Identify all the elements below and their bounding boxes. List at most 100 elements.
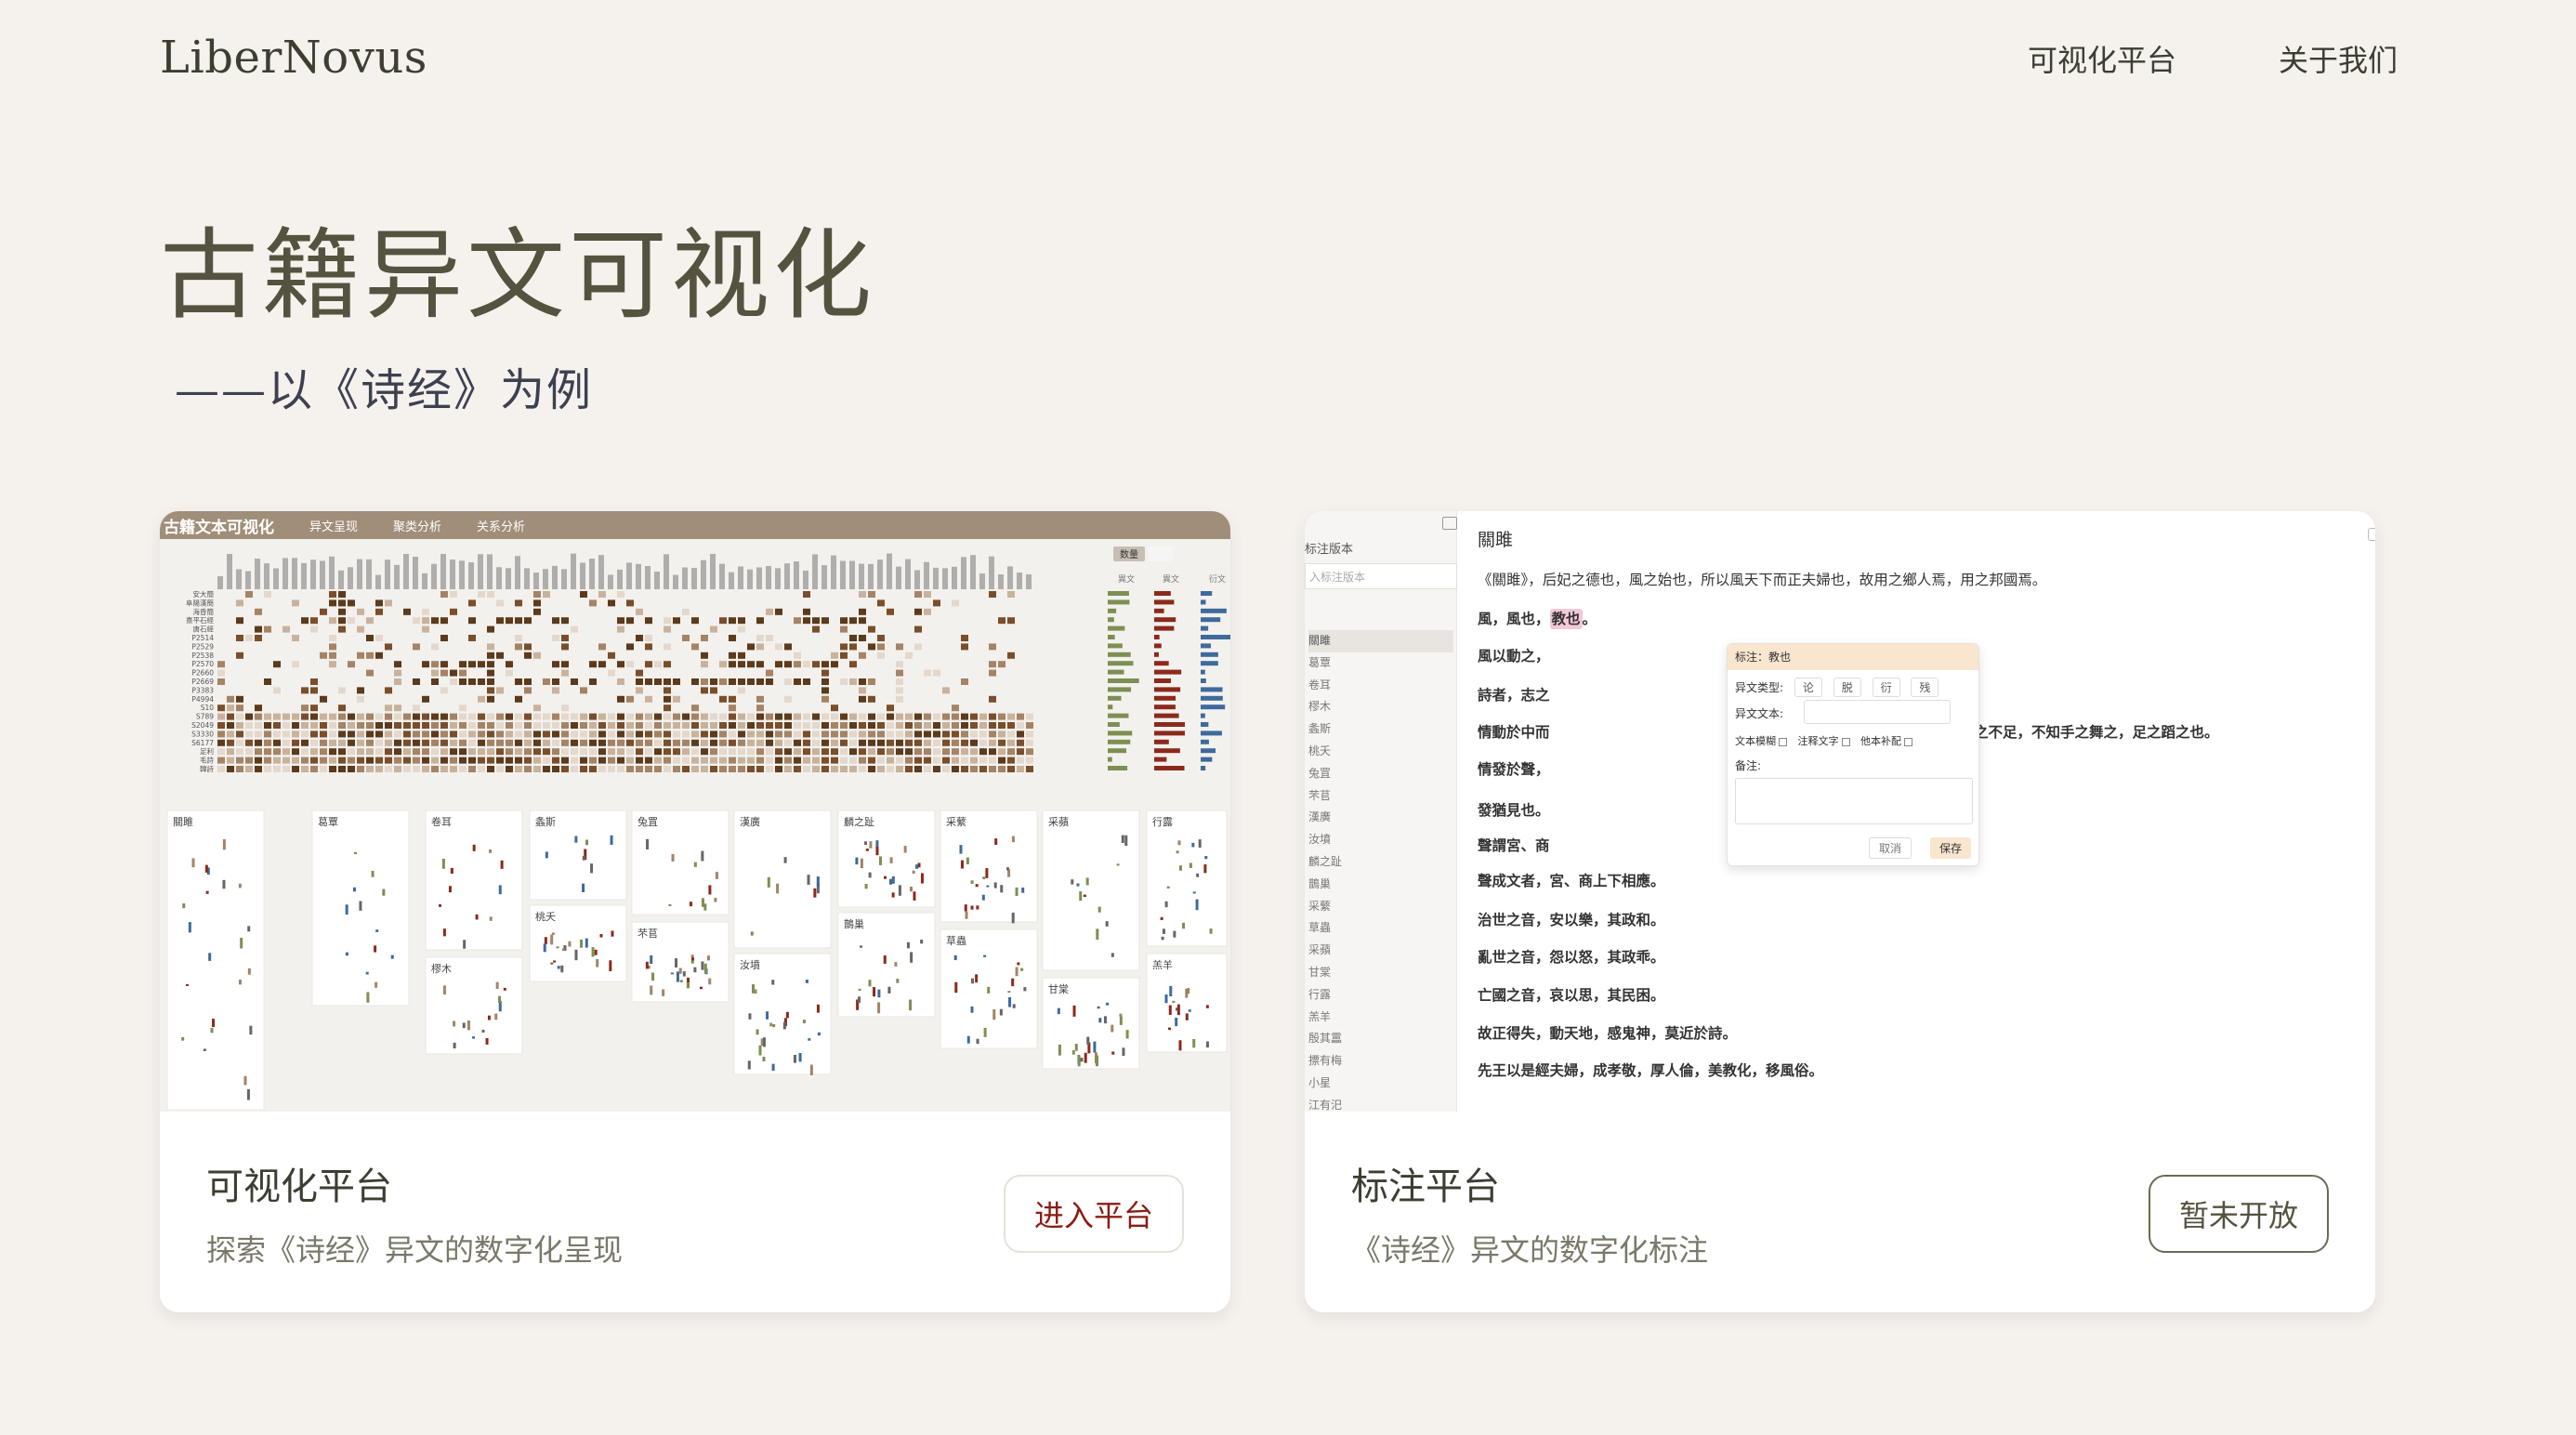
preview-bar <box>1201 687 1223 692</box>
preview-variant-mark <box>960 860 964 869</box>
preview-heatmap-cell <box>1026 731 1033 738</box>
preview-heatmap-cell <box>468 722 476 729</box>
preview-variant-mark <box>448 886 452 893</box>
preview-variant-mark <box>212 1019 216 1028</box>
preview-heatmap-cell <box>1007 722 1015 729</box>
preview-heatmap-cell <box>310 739 318 746</box>
preview-heatmap-cell <box>738 678 745 685</box>
preview-heatmap-cell <box>487 687 494 694</box>
preview-heatmap-cell <box>227 695 234 703</box>
preview-heatmap-cell <box>366 669 374 677</box>
preview-heatmap-cell <box>803 617 810 625</box>
preview-heatmap-cell <box>375 652 383 659</box>
nav-visualization-platform[interactable]: 可视化平台 <box>2028 37 2176 80</box>
preview-variant-mark <box>1168 1027 1172 1031</box>
preview-poem-title: 草蟲 <box>946 935 966 947</box>
nav-about-us[interactable]: 关于我们 <box>2279 37 2398 80</box>
preview-heatmap-cell <box>217 678 225 685</box>
enter-platform-button[interactable]: 进入平台 <box>1004 1175 1184 1253</box>
preview-heatmap-cell <box>942 766 950 772</box>
preview-variant-mark <box>249 1025 253 1035</box>
preview-heatmap-cell <box>673 695 680 703</box>
preview-heatmap-cell <box>543 748 550 756</box>
preview-heatmap-cell <box>654 748 662 756</box>
preview-heatmap-cell <box>970 722 978 729</box>
preview-heatmap-cell <box>924 669 931 677</box>
preview-heatmap-cell <box>952 748 959 756</box>
preview-heatmap-cell <box>849 722 857 729</box>
preview-heatmap-cell <box>877 599 885 607</box>
popup-checkbox-row: 文本模糊 注释文字 他本补配 <box>1735 733 1920 748</box>
preview-heatmap-cell <box>1026 722 1033 729</box>
preview-variant-mark <box>453 1020 456 1027</box>
preview-heatmap-cell <box>729 713 736 720</box>
preview-heatmap-cell <box>747 678 755 685</box>
preview-poem-title: 羔羊 <box>1152 958 1173 971</box>
preview-heatmap-cell <box>794 617 801 625</box>
preview-heatmap-cell <box>710 748 717 756</box>
preview-heatmap-cell <box>682 757 690 764</box>
preview-heatmap-cell <box>673 731 680 738</box>
preview-variant-mark <box>1097 906 1101 913</box>
preview-variant-mark <box>1203 864 1207 874</box>
preview-heatmap-cell <box>868 722 875 729</box>
preview-heatmap-cell <box>422 757 429 764</box>
preview-variant-mark <box>1083 894 1086 898</box>
preview-heatmap-cell <box>394 669 401 677</box>
preview-heatmap-cell <box>914 722 922 729</box>
preview-variant-mark <box>966 857 969 865</box>
preview-heatmap-cell <box>320 652 327 659</box>
preview-variant-mark <box>1192 1038 1196 1048</box>
preview-variant-mark <box>181 1036 185 1041</box>
preview-heatmap-cell <box>561 713 569 720</box>
preview-heatmap-cell <box>775 739 782 746</box>
preview-variant-mark <box>182 903 186 909</box>
preview-heatmap-cell <box>217 661 225 668</box>
preview-bar <box>1154 739 1169 744</box>
sidebar-poem-item: 殷其靁 <box>1308 1032 1343 1046</box>
preview-variant-mark <box>678 968 682 974</box>
preview-column-mark <box>738 566 743 589</box>
preview-heatmap-cell <box>775 766 782 772</box>
preview-heatmap-cell <box>320 748 327 756</box>
preview-heatmap-cell <box>440 731 448 738</box>
preview-poem-title: 采蘩 <box>946 816 966 828</box>
preview-variant-mark <box>590 863 594 874</box>
preview-variant-mark <box>976 905 979 910</box>
preview-heatmap-cell <box>227 704 234 712</box>
preview-heatmap-cell <box>664 678 671 685</box>
text-label: 异文文本: <box>1735 707 1784 720</box>
preview-heatmap-cell <box>506 617 513 625</box>
not-open-button[interactable]: 暂未开放 <box>2149 1175 2329 1253</box>
preview-heatmap-cell <box>821 722 829 729</box>
preview-heatmap-cell <box>533 713 541 720</box>
preview-heatmap-cell <box>273 766 281 772</box>
preview-heatmap-cell <box>273 713 281 720</box>
preview-variant-mark <box>1121 835 1124 844</box>
preview-row-label: 安大簡 <box>193 589 215 599</box>
preview-heatmap-cell <box>794 678 801 685</box>
preview-variant-mark <box>954 981 958 994</box>
preview-heatmap-cell <box>264 591 271 598</box>
preview-heatmap-cell <box>831 739 838 746</box>
preview-heatmap-cell <box>794 748 801 756</box>
preview-bar <box>1108 722 1120 727</box>
preview-heatmap-cell <box>691 713 699 720</box>
preview-heatmap-cell <box>561 722 569 729</box>
preview-heatmap-cell <box>756 643 764 651</box>
preview-column-mark <box>710 553 716 589</box>
preview-heatmap-cell <box>357 757 364 764</box>
site-logo[interactable]: LiberNovus <box>160 32 427 84</box>
annotation-platform-card: 标注版本 入标注版本 關雎 葛覃 卷耳 樛木 螽斯 桃夭 兔罝 芣苢 漢廣 汝墳 麟之趾 鵲巢 采蘩 草蟲… <box>1305 511 2375 1312</box>
preview-heatmap-cell <box>849 643 857 651</box>
preview-variant-mark <box>888 878 892 885</box>
preview-heatmap-cell <box>710 625 717 633</box>
preview-column-mark <box>682 567 688 589</box>
preview-heatmap-cell <box>859 748 866 756</box>
preview-heatmap-cell <box>691 766 699 772</box>
preview-variant-mark <box>545 851 548 859</box>
preview-heatmap-cell <box>691 757 699 764</box>
preview-heatmap-cell <box>738 652 745 659</box>
preview-heatmap-cell <box>375 599 383 607</box>
preview-heatmap-cell <box>608 722 615 729</box>
